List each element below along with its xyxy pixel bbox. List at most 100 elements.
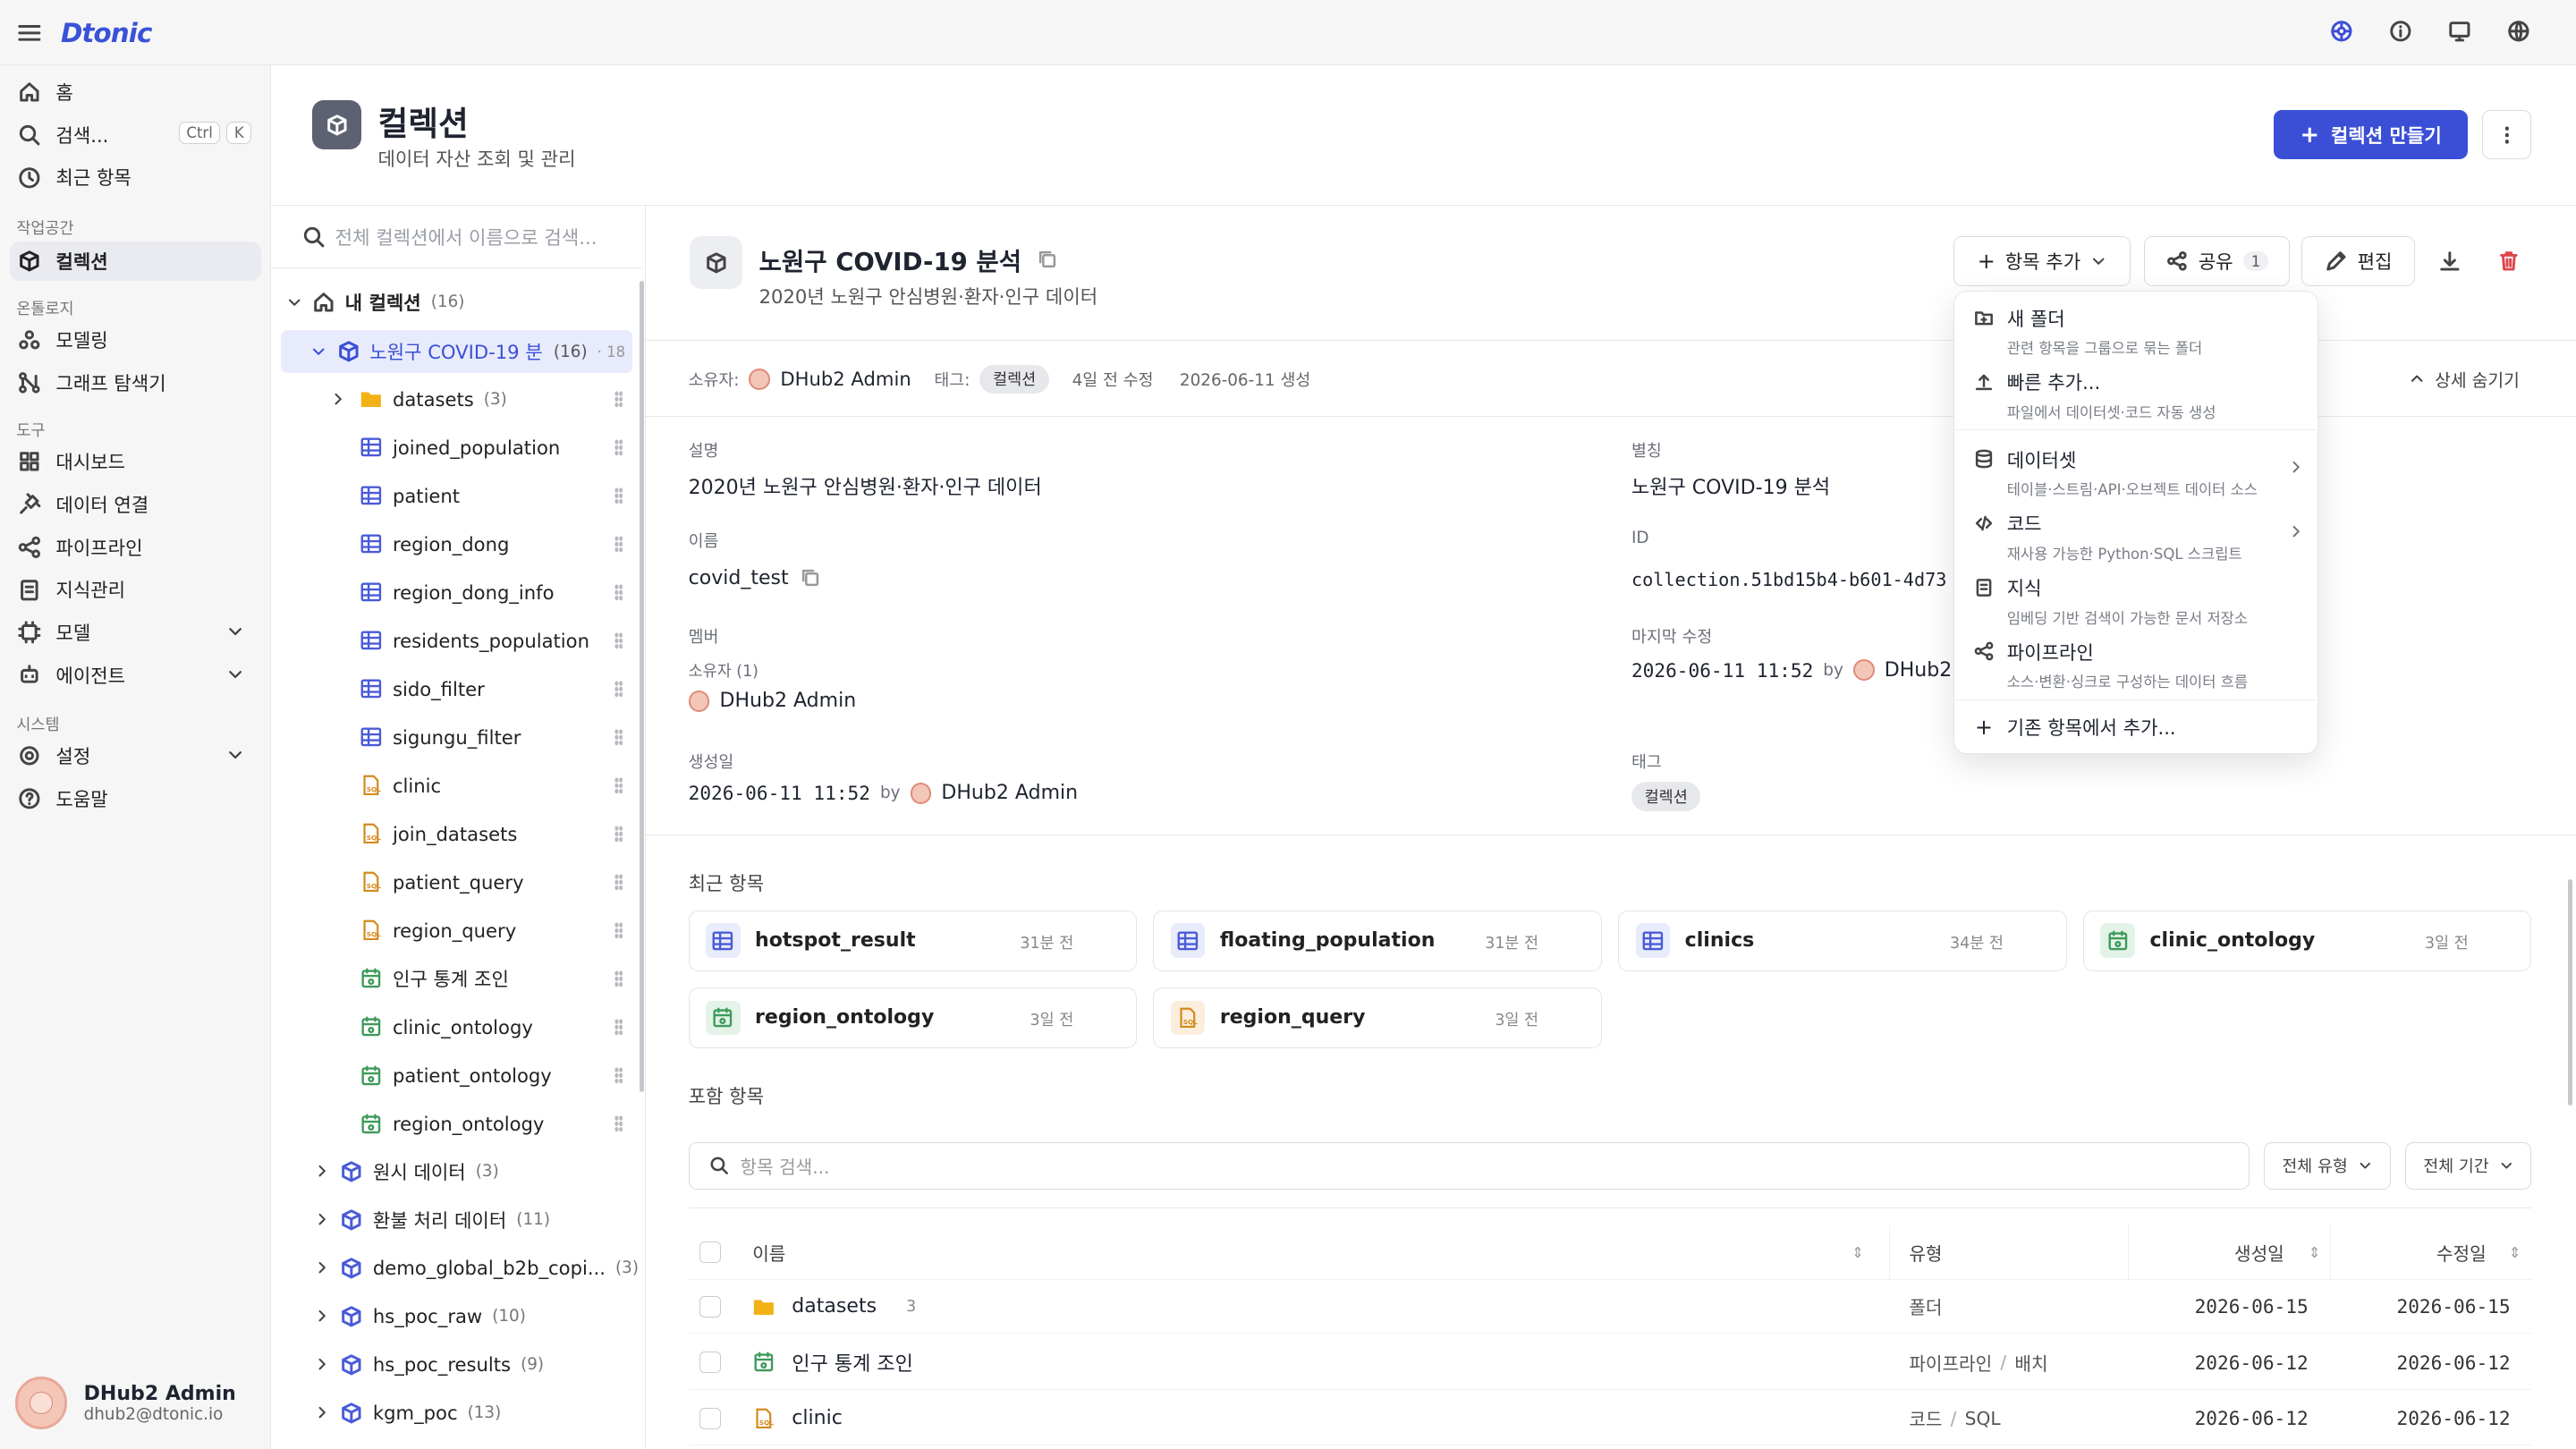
col-name-header[interactable]: 이름: [752, 1240, 785, 1266]
drag-handle-icon[interactable]: [614, 487, 623, 504]
table-row[interactable]: datasets 3 폴더 2026-06-15 2026-06-15: [688, 1280, 2532, 1335]
tree-collection[interactable]: 환불 처리 데이터 (11): [271, 1199, 642, 1241]
menu-item-knowledge[interactable]: 지식 임베딩 기반 검색이 가능한 문서 저장소: [1974, 574, 2302, 628]
tree-item[interactable]: datasets (3): [271, 377, 642, 420]
delete-icon[interactable]: [2497, 250, 2521, 273]
recent-item-card[interactable]: floating_population 31분 전: [1153, 910, 1602, 971]
tree-item[interactable]: sido_filter: [271, 667, 642, 710]
sidebar-item-model[interactable]: 모델: [10, 613, 261, 652]
drag-handle-icon[interactable]: [614, 826, 623, 843]
tree-item[interactable]: 인구 통계 조인: [271, 957, 642, 1000]
sidebar-item-knowledge[interactable]: 지식관리: [10, 570, 261, 609]
copy-icon[interactable]: [801, 568, 820, 588]
drag-handle-icon[interactable]: [614, 391, 623, 408]
sidebar-item-dashboard[interactable]: 대시보드: [10, 442, 261, 481]
drag-handle-icon[interactable]: [614, 729, 623, 746]
recent-item-card[interactable]: region_ontology 3일 전: [688, 987, 1138, 1048]
col-created-header[interactable]: 생성일: [2234, 1240, 2284, 1266]
tree-item[interactable]: patient_ontology: [271, 1054, 642, 1097]
tree-item[interactable]: clinic_ontology: [271, 1005, 642, 1048]
menu-icon[interactable]: [18, 21, 41, 45]
main-scrollbar[interactable]: [2567, 878, 2573, 1106]
menu-item-dataset[interactable]: 데이터셋 테이블·스트림·API·오브젝트 데이터 소스: [1974, 446, 2302, 500]
more-menu-button[interactable]: [2482, 110, 2532, 160]
drag-handle-icon[interactable]: [614, 874, 623, 891]
menu-item-add-existing[interactable]: + 기존 항목에서 추가...: [1974, 714, 2302, 741]
drag-handle-icon[interactable]: [614, 439, 623, 456]
tree-item[interactable]: SQL patient_query: [271, 860, 642, 903]
sidebar-item-pipeline[interactable]: 파이프라인: [10, 528, 261, 567]
sidebar-item-graph[interactable]: 그래프 탐색기: [10, 363, 261, 402]
drag-handle-icon[interactable]: [614, 1019, 623, 1036]
sidebar-item-help[interactable]: 도움말: [10, 779, 261, 818]
recent-item-card[interactable]: hotspot_result 31분 전: [688, 910, 1138, 971]
col-type-header[interactable]: 유형: [1909, 1240, 1942, 1266]
copy-icon[interactable]: [1038, 250, 1057, 269]
period-filter-select[interactable]: 전체 기간: [2405, 1141, 2532, 1190]
tree-collection[interactable]: hs_poc_results (9): [271, 1343, 642, 1386]
sidebar-item-search[interactable]: 검색... Ctrl K: [10, 115, 261, 155]
tree-scrollbar[interactable]: [639, 281, 644, 1093]
user-profile[interactable]: DHub2 Admin dhub2@dtonic.io: [14, 1377, 236, 1429]
sidebar-item-dataconn[interactable]: 데이터 연결: [10, 485, 261, 524]
sort-icon[interactable]: ⇕: [1852, 1244, 1864, 1261]
sidebar-item-settings[interactable]: 설정: [10, 736, 261, 775]
globe-icon[interactable]: [2507, 20, 2530, 43]
drag-handle-icon[interactable]: [614, 1067, 623, 1084]
sidebar-item-agent[interactable]: 에이전트: [10, 656, 261, 695]
drag-handle-icon[interactable]: [614, 922, 623, 939]
tree-item[interactable]: region_dong: [271, 522, 642, 565]
drag-handle-icon[interactable]: [614, 681, 623, 698]
download-icon[interactable]: [2438, 250, 2462, 273]
hide-details-button[interactable]: 상세 숨기기: [2409, 367, 2520, 392]
tree-item[interactable]: patient: [271, 474, 642, 517]
tag-chip[interactable]: 컬렉션: [1631, 782, 1701, 811]
drag-handle-icon[interactable]: [614, 632, 623, 649]
tree-item-selected[interactable]: 노원구 COVID-19 분석 (16) · 18: [281, 330, 633, 373]
info-icon[interactable]: [2389, 20, 2412, 43]
tree-collection[interactable]: hs_poc_raw (10): [271, 1295, 642, 1338]
drag-handle-icon[interactable]: [614, 1115, 623, 1132]
monitor-icon[interactable]: [2448, 20, 2471, 43]
item-search-input[interactable]: 항목 검색...: [688, 1141, 2250, 1190]
col-modified-header[interactable]: 수정일: [2436, 1240, 2487, 1266]
recent-item-card[interactable]: clinics 34분 전: [1618, 910, 2067, 971]
row-checkbox[interactable]: [699, 1295, 722, 1318]
recent-item-card[interactable]: SQL region_query 3일 전: [1153, 987, 1602, 1048]
table-row[interactable]: SQL clinic 코드 / SQL 2026-06-12 2026-06-12: [688, 1392, 2532, 1446]
sidebar-item-collection[interactable]: 컬렉션: [10, 242, 262, 282]
tree-item[interactable]: sigungu_filter: [271, 716, 642, 758]
share-button[interactable]: 공유 1: [2144, 236, 2291, 286]
sort-icon[interactable]: ⇕: [2309, 1244, 2321, 1261]
edit-button[interactable]: 편집: [2301, 236, 2416, 286]
sort-icon[interactable]: ⇕: [2509, 1244, 2521, 1261]
menu-item-code[interactable]: 코드 재사용 가능한 Python·SQL 스크립트: [1974, 510, 2302, 564]
drag-handle-icon[interactable]: [614, 584, 623, 601]
recent-item-card[interactable]: clinic_ontology 3일 전: [2083, 910, 2532, 971]
tree-item[interactable]: SQL region_query: [271, 909, 642, 952]
tree-item[interactable]: SQL clinic: [271, 764, 642, 807]
tree-collection[interactable]: kgm_poc (13): [271, 1392, 642, 1435]
tree-item[interactable]: SQL join_datasets: [271, 812, 642, 855]
type-filter-select[interactable]: 전체 유형: [2264, 1141, 2391, 1190]
drag-handle-icon[interactable]: [614, 536, 623, 553]
menu-item-new-folder[interactable]: 새 폴더 관련 항목을 그룹으로 묶는 폴더: [1974, 305, 2302, 359]
row-checkbox[interactable]: [699, 1407, 722, 1429]
app-logo[interactable]: Dtonic: [61, 18, 152, 48]
tree-search-input[interactable]: 전체 컬렉션에서 이름으로 검색...: [302, 224, 631, 250]
tree-item[interactable]: joined_population: [271, 426, 642, 469]
tree-item[interactable]: region_ontology: [271, 1102, 642, 1145]
drag-handle-icon[interactable]: [614, 777, 623, 794]
tree-collection[interactable]: 원시 데이터 (3): [271, 1150, 642, 1193]
row-checkbox[interactable]: [699, 1352, 722, 1374]
sidebar-item-modeling[interactable]: 모델링: [10, 320, 261, 360]
create-collection-button[interactable]: + 컬렉션 만들기: [2274, 110, 2469, 160]
sidebar-item-home[interactable]: 홈: [10, 72, 261, 112]
sidebar-item-recent[interactable]: 최근 항목: [10, 157, 261, 197]
add-item-button[interactable]: + 항목 추가: [1953, 236, 2131, 286]
tree-item[interactable]: region_dong_info: [271, 571, 642, 614]
menu-item-pipeline[interactable]: 파이프라인 소스·변환·싱크로 구성하는 데이터 흐름: [1974, 639, 2302, 692]
ontology-icon[interactable]: [2330, 20, 2353, 43]
tree-collection[interactable]: demo_global_b2b_copi... (3): [271, 1247, 642, 1290]
select-all-checkbox[interactable]: [699, 1241, 722, 1263]
